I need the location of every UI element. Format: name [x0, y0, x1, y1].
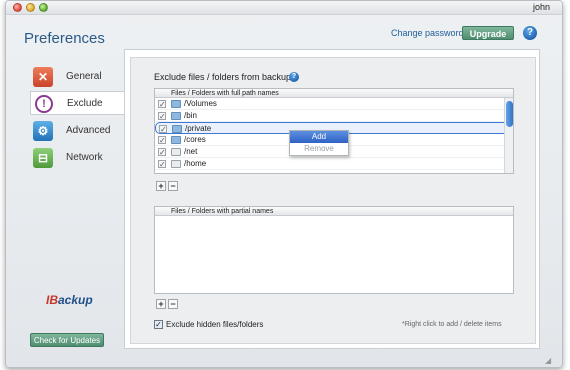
item-checkbox[interactable]: ✓: [158, 100, 166, 109]
sidebar-item-network[interactable]: ⊟ Network: [30, 146, 124, 170]
folder-icon: [172, 125, 182, 133]
full-path-scrollbar[interactable]: [504, 98, 513, 173]
scroll-thumb[interactable]: [506, 101, 513, 127]
document-icon: [171, 160, 181, 168]
item-checkbox[interactable]: ✓: [158, 136, 166, 145]
context-menu-remove: Remove: [304, 144, 334, 153]
context-menu-add[interactable]: Add: [290, 131, 348, 143]
item-name: /cores: [184, 135, 206, 144]
sidebar-item-general[interactable]: ✕ General: [30, 65, 124, 89]
change-password-link[interactable]: Change password: [391, 28, 464, 38]
title-bar: john: [6, 1, 562, 15]
list-item[interactable]: ✓ /home: [155, 158, 513, 170]
exclude-hidden-label: Exclude hidden files/folders: [166, 320, 264, 329]
folder-icon: [171, 100, 181, 108]
gear-icon: ⚙: [33, 121, 53, 141]
ibackup-logo: IBackup: [46, 293, 93, 307]
list-item[interactable]: ✓ /Volumes: [155, 98, 513, 110]
full-path-list-header: Files / Folders with full path names: [155, 89, 513, 98]
item-name: /home: [184, 159, 207, 168]
add-partial-name-button[interactable]: +: [156, 299, 166, 309]
minimize-window-button[interactable]: [26, 3, 35, 12]
sidebar-item-label: Exclude: [67, 98, 103, 109]
sidebar-item-label: Advanced: [66, 125, 111, 136]
list-item[interactable]: ✓ /bin: [155, 110, 513, 122]
sidebar-item-advanced[interactable]: ⚙ Advanced: [30, 119, 124, 143]
folder-icon: [171, 112, 181, 120]
username-label: john: [532, 2, 550, 12]
exclude-help-icon[interactable]: ?: [289, 72, 299, 82]
sidebar-item-label: Network: [66, 152, 103, 163]
item-name: /Volumes: [184, 99, 217, 108]
partial-names-list-header: Files / Folders with partial names: [155, 207, 513, 216]
item-checkbox[interactable]: ✓: [158, 160, 166, 169]
item-checkbox[interactable]: ✓: [159, 125, 167, 134]
item-checkbox[interactable]: ✓: [158, 112, 166, 121]
page-title: Preferences: [24, 30, 105, 47]
item-name: /private: [185, 124, 212, 133]
remove-partial-name-button[interactable]: −: [168, 299, 178, 309]
resize-grip-icon[interactable]: ◢: [545, 356, 555, 366]
hint-text: *Right click to add / delete items: [402, 321, 502, 328]
network-icon: ⊟: [33, 148, 53, 168]
remove-full-path-button[interactable]: −: [168, 181, 178, 191]
item-checkbox[interactable]: ✓: [158, 148, 166, 157]
check-for-updates-button[interactable]: Check for Updates: [30, 333, 104, 347]
exclude-section-title: Exclude files / folders from backup: [154, 72, 292, 82]
partial-names-list[interactable]: Files / Folders with partial names: [154, 206, 514, 294]
wrench-icon: ✕: [33, 67, 53, 87]
folder-icon: [171, 136, 181, 144]
document-icon: [171, 148, 181, 156]
item-name: /bin: [184, 111, 197, 120]
context-menu: Add Remove: [289, 130, 349, 156]
upgrade-button[interactable]: Upgrade: [462, 26, 514, 40]
close-window-button[interactable]: [13, 3, 22, 12]
sidebar-item-label: General: [66, 71, 102, 82]
sidebar-item-exclude[interactable]: ! Exclude: [30, 91, 126, 115]
exclude-icon: !: [35, 95, 53, 113]
item-name: /net: [184, 147, 198, 156]
exclude-hidden-checkbox[interactable]: ✓: [154, 320, 163, 329]
zoom-window-button[interactable]: [39, 3, 48, 12]
help-icon[interactable]: ?: [523, 26, 537, 40]
add-full-path-button[interactable]: +: [156, 181, 166, 191]
